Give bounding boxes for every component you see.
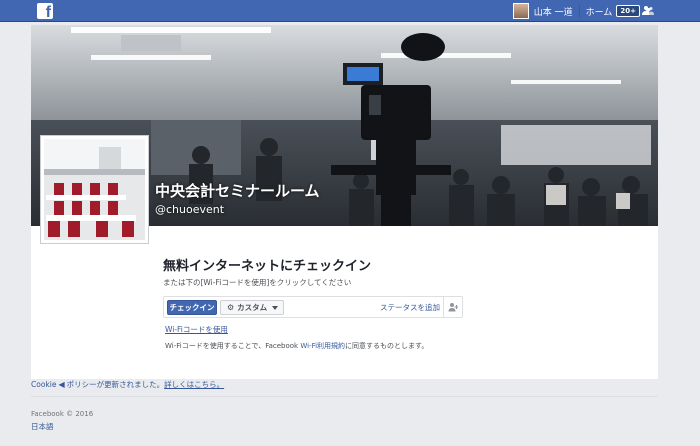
user-name-link[interactable]: 山本 一道 — [534, 5, 573, 18]
wifi-terms-notice: Wi-Fiコードを使用することで、Facebook Wi-Fi利用規約に同意する… — [165, 341, 428, 351]
terms-prefix: Wi-Fiコードを使用することで、Facebook — [165, 342, 301, 350]
top-navigation-bar: f 山本 一道 ホーム 20+ — [0, 0, 700, 22]
page-title[interactable]: 中央会計セミナールーム — [155, 180, 320, 201]
profile-picture[interactable] — [40, 135, 149, 244]
terms-suffix: に同意するものとします。 — [345, 342, 429, 350]
home-link[interactable]: ホーム — [586, 5, 613, 18]
cookie-label[interactable]: Cookie — [31, 380, 56, 389]
topbar-divider — [578, 5, 580, 17]
cookie-details-link[interactable]: 詳しくはこちら。 — [164, 380, 224, 389]
footer-divider — [31, 396, 658, 397]
page-card: 中央会計セミナールーム @chuoevent 無料インターネットにチェックイン … — [31, 25, 658, 379]
checkin-heading: 無料インターネットにチェックイン — [163, 259, 372, 274]
checkin-button[interactable]: チェックイン — [167, 300, 217, 315]
topbar-user-area: 山本 一道 ホーム 20+ — [512, 3, 640, 19]
checkin-instructions: または下の[Wi-Fiコードを使用]をクリックしてください — [163, 278, 352, 287]
user-avatar[interactable] — [512, 3, 529, 19]
cookie-policy-notice: Cookie ◀ ポリシーが更新されました。詳しくはこちら。 — [31, 379, 224, 390]
triangle-left-icon: ◀ — [58, 380, 65, 389]
cookie-policy-text[interactable]: ポリシーが更新されました。 — [67, 380, 165, 389]
privacy-custom-dropdown[interactable]: ⚙ カスタム — [220, 300, 284, 315]
wifi-terms-link[interactable]: Wi-Fi利用規約 — [300, 342, 345, 350]
language-link[interactable]: 日本語 — [31, 421, 54, 432]
footer-copyright: Facebook © 2016 — [31, 410, 94, 418]
gear-icon: ⚙ — [227, 303, 235, 312]
notification-badge[interactable]: 20+ — [616, 5, 640, 17]
checkin-composer: チェックイン ⚙ カスタム ステータスを追加 — [163, 296, 463, 318]
add-status-link[interactable]: ステータスを追加 — [380, 302, 440, 313]
page-username: @chuoevent — [155, 203, 225, 216]
use-wifi-code-link[interactable]: Wi-Fiコードを使用 — [165, 324, 228, 335]
facebook-logo-icon[interactable]: f — [37, 3, 53, 21]
tag-friends-icon[interactable] — [448, 302, 458, 312]
composer-divider — [443, 297, 444, 317]
caret-down-icon — [272, 306, 278, 310]
account-menu-chevron-icon[interactable] — [644, 8, 652, 13]
privacy-custom-label: カスタム — [237, 303, 268, 312]
